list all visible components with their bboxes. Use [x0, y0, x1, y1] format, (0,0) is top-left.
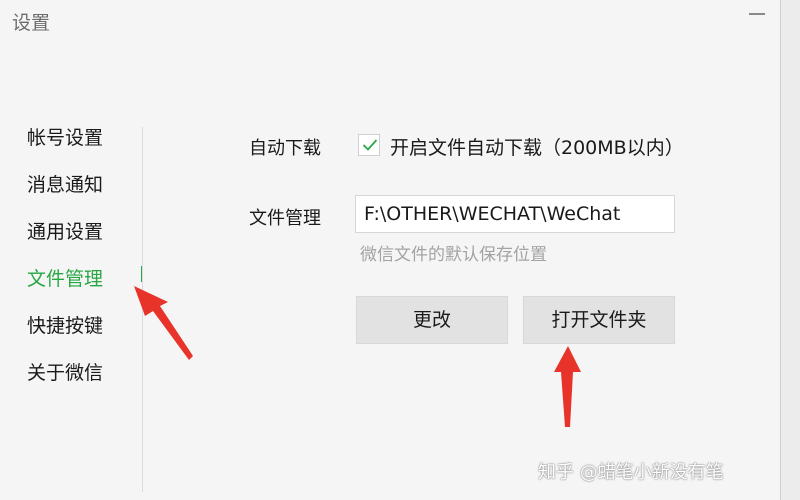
red-arrow-icon — [554, 346, 581, 427]
watermark: 知乎 @蜡笔小新没有笔 — [538, 462, 724, 483]
